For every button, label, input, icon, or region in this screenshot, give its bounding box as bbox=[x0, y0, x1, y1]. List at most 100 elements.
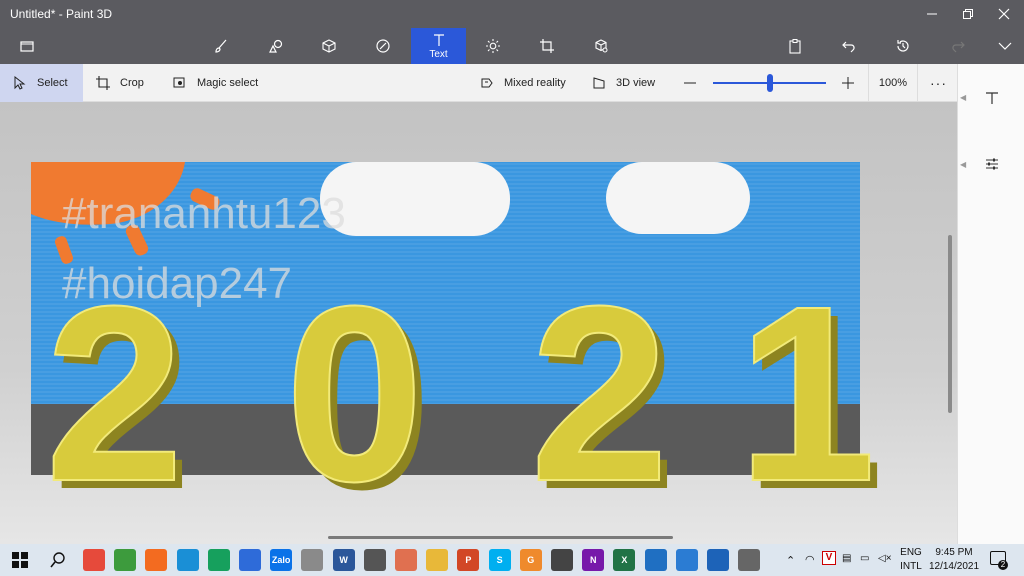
taskbar-firefox-icon[interactable] bbox=[145, 549, 168, 571]
taskbar-zalo-icon[interactable]: Zalo bbox=[270, 549, 293, 571]
chevron-up-icon[interactable]: ⌃ bbox=[786, 554, 795, 567]
watermark-1: #trananhtu123 bbox=[62, 189, 346, 238]
search-button[interactable] bbox=[47, 549, 69, 571]
mixed-reality-label: Mixed reality bbox=[504, 77, 566, 89]
zoom-in-button[interactable] bbox=[841, 64, 865, 102]
chevron-down-icon bbox=[998, 42, 1012, 50]
sliders-icon bbox=[986, 158, 998, 170]
chevron-left-icon[interactable]: ◀ bbox=[960, 160, 966, 169]
cloud-1 bbox=[320, 162, 510, 236]
adjust-button[interactable] bbox=[978, 150, 1006, 178]
crop-icon bbox=[96, 76, 110, 90]
taskbar-coc-coc-icon[interactable] bbox=[114, 549, 137, 571]
text-panel-button[interactable] bbox=[978, 84, 1006, 112]
canvas-workspace[interactable]: #trananhtu123 #hoidap247 2 2 0 0 2 2 1 1 bbox=[0, 102, 957, 544]
taskbar-calculator-icon[interactable] bbox=[738, 549, 761, 571]
clock-time: 9:45 PM bbox=[935, 547, 973, 558]
chevron-left-icon[interactable]: ◀ bbox=[960, 93, 966, 102]
horizontal-scrollbar[interactable] bbox=[328, 536, 673, 539]
2d-shapes-button[interactable] bbox=[258, 28, 294, 64]
zoom-out-button[interactable] bbox=[683, 64, 707, 102]
taskbar-skype-icon[interactable]: S bbox=[488, 549, 511, 571]
sun-icon bbox=[486, 39, 500, 53]
more-options-button[interactable]: ··· bbox=[930, 64, 947, 102]
redo-button[interactable] bbox=[940, 28, 976, 64]
zoom-value: 100% bbox=[878, 77, 908, 89]
battery-icon[interactable]: ▭ bbox=[860, 553, 869, 564]
close-button[interactable] bbox=[986, 0, 1022, 28]
tool-options-bar: Select Crop Magic select Mixed reality 3… bbox=[0, 64, 957, 102]
canvas-button[interactable] bbox=[529, 28, 565, 64]
antivirus-icon[interactable]: V bbox=[822, 551, 836, 565]
select-button[interactable]: Select bbox=[0, 64, 83, 102]
side-panel: ◀ ◀ bbox=[957, 64, 1024, 544]
text-icon bbox=[986, 92, 998, 104]
language-indicator[interactable]: ENG INTL bbox=[898, 547, 924, 572]
start-button[interactable] bbox=[9, 549, 31, 571]
minimize-icon bbox=[927, 13, 937, 15]
taskbar: Zalo W P S G N X ⌃ ◠ V ▤ ▭ ◁× ENG INTL 9:45 PM… bbox=[0, 544, 1024, 576]
taskbar-explorer-icon[interactable] bbox=[426, 549, 449, 571]
3d-shapes-button[interactable] bbox=[311, 28, 347, 64]
paste-icon bbox=[789, 39, 801, 54]
taskbar-edge-icon[interactable] bbox=[176, 549, 199, 571]
close-icon bbox=[998, 8, 1010, 20]
language-line-2: INTL bbox=[900, 561, 922, 572]
stickers-button[interactable] bbox=[365, 28, 401, 64]
text-tool-label: Text bbox=[429, 49, 448, 60]
taskbar-excel-icon[interactable]: X bbox=[613, 549, 636, 571]
crop-label: Crop bbox=[120, 77, 144, 89]
vertical-scrollbar[interactable] bbox=[948, 235, 952, 413]
undo-button[interactable] bbox=[831, 28, 867, 64]
mixed-reality-button[interactable]: Mixed reality bbox=[480, 64, 566, 102]
magic-select-button[interactable]: Magic select bbox=[173, 64, 258, 102]
redo-icon bbox=[952, 41, 965, 53]
history-button[interactable] bbox=[885, 28, 921, 64]
taskbar-chrome-icon[interactable] bbox=[83, 549, 105, 571]
zoom-percent[interactable]: 100% bbox=[868, 64, 918, 102]
taskbar-powerpoint-icon[interactable]: P bbox=[457, 549, 480, 571]
3d-library-button[interactable] bbox=[583, 28, 619, 64]
restore-button[interactable] bbox=[950, 0, 986, 28]
cloud-2 bbox=[606, 162, 750, 234]
network-icon[interactable]: ◠ bbox=[805, 553, 815, 566]
plus-icon bbox=[842, 77, 854, 89]
taskbar-camera-icon[interactable] bbox=[551, 549, 573, 571]
2d-shapes-icon bbox=[269, 39, 283, 53]
zoom-slider-thumb[interactable] bbox=[766, 74, 773, 92]
title-bar: Untitled* - Paint 3D bbox=[0, 0, 1024, 28]
menu-button[interactable] bbox=[9, 28, 45, 64]
paste-button[interactable] bbox=[777, 28, 813, 64]
folder-icon bbox=[20, 41, 34, 52]
taskbar-app-g-icon[interactable]: G bbox=[519, 549, 542, 571]
volume-icon[interactable]: ◁× bbox=[878, 553, 892, 564]
device-icon[interactable]: ▤ bbox=[842, 553, 851, 564]
crop-button[interactable]: Crop bbox=[96, 64, 144, 102]
text-tool-button[interactable]: Text bbox=[411, 28, 466, 64]
more-icon: ··· bbox=[930, 75, 947, 91]
taskbar-tool-icon[interactable] bbox=[301, 549, 324, 571]
history-icon bbox=[897, 40, 909, 52]
digit-1: 2 bbox=[45, 254, 184, 533]
taskbar-paint3d-icon[interactable] bbox=[239, 549, 261, 571]
zoom-slider[interactable] bbox=[713, 64, 826, 102]
minimize-button[interactable] bbox=[914, 0, 950, 28]
library-icon bbox=[595, 39, 608, 53]
3d-view-button[interactable]: 3D view bbox=[592, 64, 655, 102]
digit-4: 1 bbox=[737, 254, 876, 533]
taskbar-onenote-icon[interactable]: N bbox=[582, 549, 605, 571]
expand-button[interactable] bbox=[987, 28, 1023, 64]
cursor-icon bbox=[14, 76, 26, 90]
taskbar-video-icon[interactable] bbox=[644, 549, 667, 571]
taskbar-meet-icon[interactable] bbox=[207, 549, 230, 571]
effects-button[interactable] bbox=[475, 28, 511, 64]
taskbar-onedrive-icon[interactable] bbox=[675, 549, 698, 571]
taskbar-settings-icon[interactable] bbox=[363, 549, 386, 571]
taskbar-apps-icon[interactable] bbox=[395, 549, 417, 571]
minus-icon bbox=[684, 82, 696, 84]
brushes-button[interactable] bbox=[203, 28, 239, 64]
clock[interactable]: 9:45 PM 12/14/2021 bbox=[926, 547, 982, 572]
taskbar-word-icon[interactable]: W bbox=[332, 549, 355, 571]
canvas-artwork[interactable]: #trananhtu123 #hoidap247 2 2 0 0 2 2 1 1 bbox=[0, 102, 957, 544]
taskbar-photos-icon[interactable] bbox=[707, 549, 729, 571]
